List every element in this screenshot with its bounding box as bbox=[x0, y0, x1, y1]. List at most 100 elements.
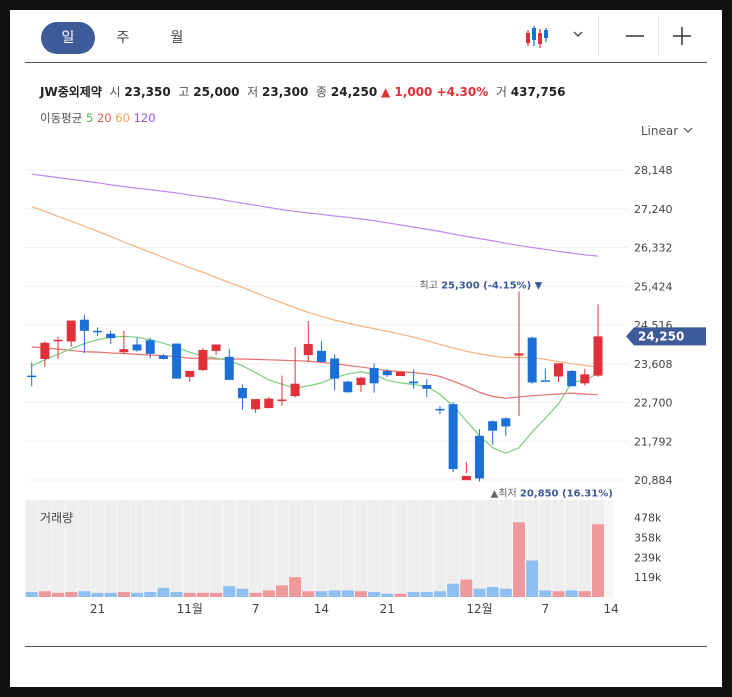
candle-body bbox=[369, 367, 379, 384]
minus-icon bbox=[626, 35, 644, 37]
candle-body bbox=[132, 344, 142, 351]
max-annotation: 최고 25,300 (-4.15%) ▼ bbox=[420, 280, 543, 292]
current-price-label: 24,250 bbox=[638, 329, 684, 343]
candle-body bbox=[93, 330, 103, 333]
candle-body bbox=[106, 333, 116, 339]
volume-column-bg bbox=[407, 500, 420, 597]
y-tick-label: 23,608 bbox=[634, 358, 673, 371]
x-tick-label: 14 bbox=[314, 602, 329, 616]
volume-column-bg bbox=[420, 500, 433, 597]
ma120-legend: 120 bbox=[133, 111, 156, 125]
low-price: 23,300 bbox=[262, 85, 309, 99]
max-annotation-value: 25,300 (-4.15%) ▼ bbox=[441, 281, 543, 292]
candle-body bbox=[290, 383, 300, 397]
open-price: 23,350 bbox=[124, 85, 171, 99]
candle-body bbox=[303, 344, 313, 356]
volume-tick-label: 358k bbox=[634, 532, 662, 545]
volume-bar bbox=[394, 593, 407, 597]
y-tick-label: 26,332 bbox=[634, 242, 673, 255]
volume-column-bg bbox=[381, 500, 394, 597]
y-tick-label: 24,516 bbox=[634, 319, 673, 332]
candle-body bbox=[395, 371, 405, 377]
volume-title: 거래량 bbox=[40, 511, 73, 525]
volume-bar bbox=[144, 592, 157, 597]
volume-bar bbox=[78, 591, 91, 597]
candle-body bbox=[277, 399, 287, 402]
volume-bar bbox=[65, 592, 78, 597]
candle-body bbox=[172, 343, 182, 379]
volume-column-bg bbox=[52, 500, 65, 597]
volume-bar bbox=[117, 592, 130, 597]
zoom-out-button[interactable] bbox=[625, 27, 645, 47]
volume-tick-label: 478k bbox=[634, 512, 662, 525]
volume-bar bbox=[447, 583, 460, 597]
candle-body bbox=[580, 374, 590, 384]
volume-bar bbox=[275, 585, 288, 597]
volume-bar bbox=[473, 588, 486, 597]
candle-body bbox=[251, 399, 261, 410]
candle-body bbox=[474, 435, 484, 479]
chart-type-button[interactable] bbox=[525, 24, 585, 50]
volume-column-bg bbox=[196, 500, 209, 597]
volume-column-bg bbox=[183, 500, 196, 597]
candle-body bbox=[158, 355, 168, 359]
candle-body bbox=[66, 320, 76, 342]
volume-bar bbox=[460, 579, 473, 597]
volume-bar bbox=[223, 586, 236, 597]
candle-body bbox=[567, 370, 577, 387]
zoom-in-button[interactable] bbox=[672, 27, 692, 47]
candle-body bbox=[461, 475, 471, 481]
volume-bar bbox=[368, 592, 381, 597]
x-tick-label: 11월 bbox=[177, 602, 203, 616]
x-tick-label: 21 bbox=[90, 602, 105, 616]
tab-weekly[interactable]: 주 bbox=[111, 22, 135, 54]
ma5-line bbox=[31, 335, 599, 454]
volume-column-bg bbox=[65, 500, 78, 597]
volume-column-bg bbox=[157, 500, 170, 597]
x-tick-label: 12월 bbox=[466, 602, 492, 616]
candle-body bbox=[540, 380, 550, 382]
volume-bar bbox=[25, 592, 38, 597]
scale-label: Linear bbox=[640, 124, 679, 138]
volume-bar bbox=[341, 590, 354, 597]
volume-column-bg bbox=[473, 500, 486, 597]
volume-column-bg bbox=[25, 500, 38, 597]
volume-column-bg bbox=[499, 500, 512, 597]
candle-body bbox=[237, 387, 247, 399]
candle-body bbox=[119, 349, 129, 353]
candle-body bbox=[382, 370, 392, 376]
tab-monthly[interactable]: 월 bbox=[165, 22, 189, 54]
candle-body bbox=[330, 358, 340, 379]
volume-bar bbox=[210, 592, 223, 597]
ma20-legend: 20 bbox=[96, 111, 112, 125]
price-summary: JW중외제약 시 23,350 고 25,000 저 23,300 종 24,2… bbox=[40, 85, 566, 99]
candle-body bbox=[422, 385, 432, 389]
volume-bar bbox=[381, 593, 394, 597]
candle-body bbox=[211, 344, 221, 351]
ma120-line bbox=[31, 173, 599, 257]
volume-column-bg bbox=[78, 500, 91, 597]
volume-column-bg bbox=[249, 500, 262, 597]
volume-column-bg bbox=[512, 500, 525, 597]
ma60-legend: 60 bbox=[115, 111, 130, 125]
volume-bar bbox=[157, 587, 170, 597]
candle-body bbox=[501, 418, 511, 427]
candle-body bbox=[53, 339, 63, 342]
scale-selector[interactable]: Linear bbox=[641, 124, 694, 138]
volume-column-bg bbox=[526, 500, 539, 597]
plus-icon bbox=[673, 27, 691, 45]
volume-bar bbox=[262, 590, 275, 597]
candle-body bbox=[514, 353, 524, 356]
candlestick-icon bbox=[526, 26, 583, 48]
volume-column-bg bbox=[460, 500, 473, 597]
x-tick-label: 7 bbox=[252, 602, 260, 616]
volume-bar bbox=[91, 592, 104, 597]
ma5-legend: 5 bbox=[85, 111, 94, 125]
tab-daily[interactable]: 일 bbox=[41, 22, 95, 54]
x-tick-label: 7 bbox=[542, 602, 550, 616]
volume-bar bbox=[52, 592, 65, 597]
volume-bar bbox=[302, 591, 315, 597]
volume-column-bg bbox=[289, 500, 302, 597]
volume-bar bbox=[249, 592, 262, 597]
volume-bar bbox=[592, 524, 605, 597]
